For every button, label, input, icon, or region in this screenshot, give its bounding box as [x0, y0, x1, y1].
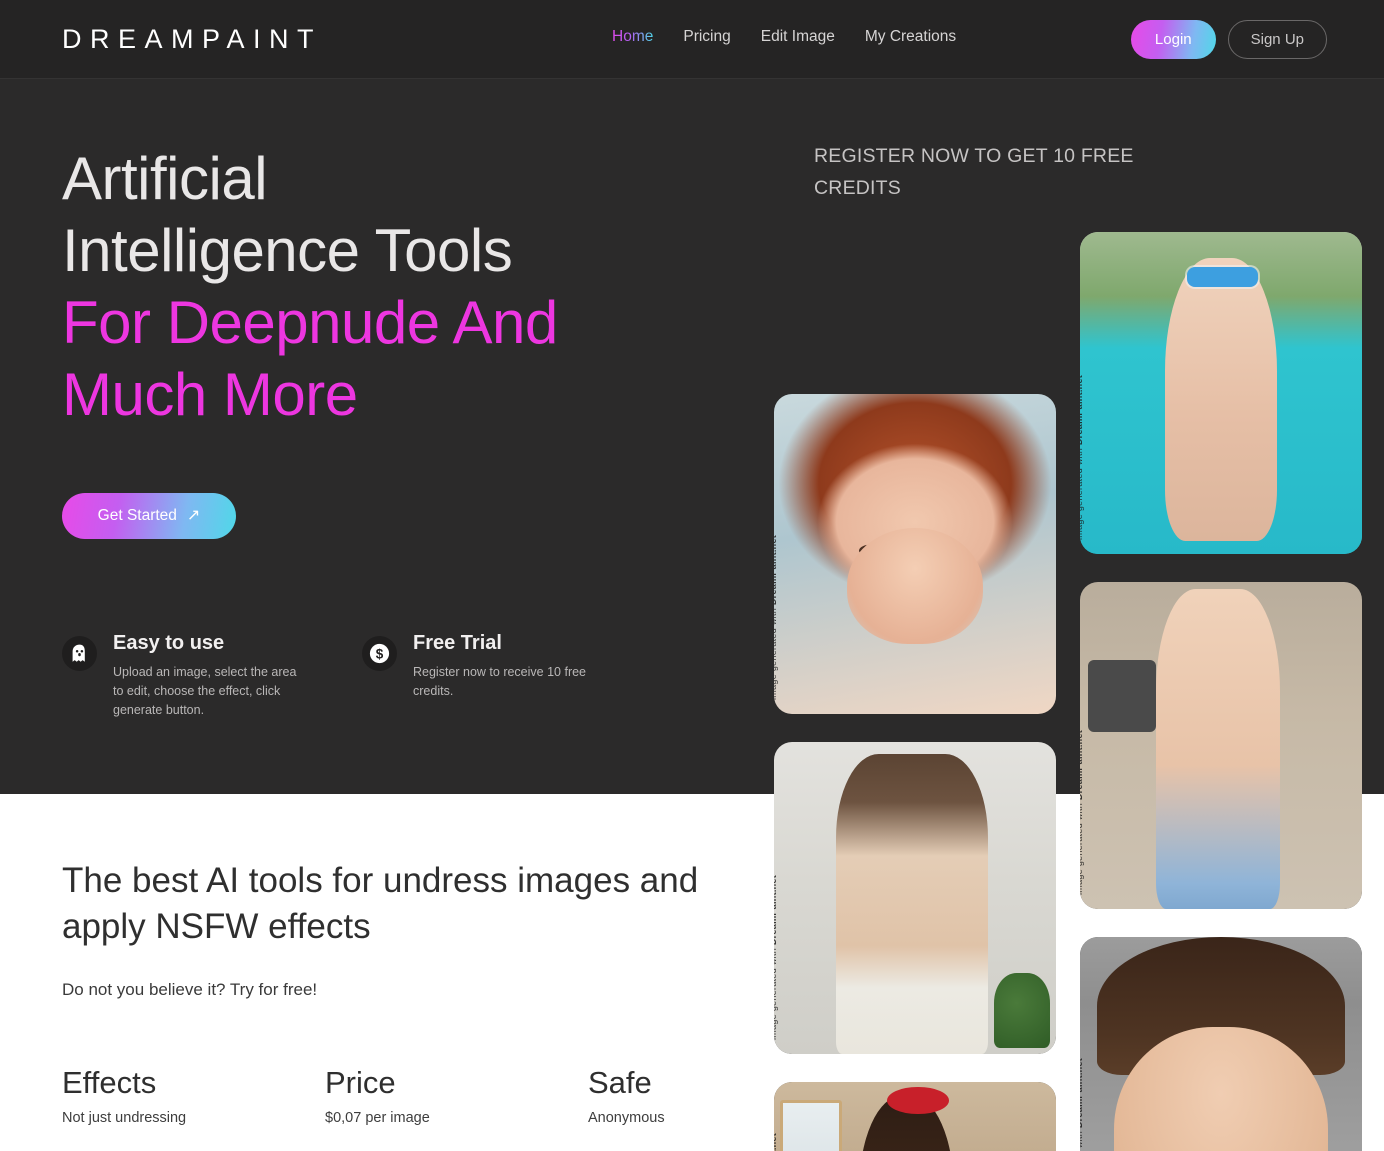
- stat-label: Price: [325, 1065, 396, 1100]
- gallery-image: [774, 394, 1056, 714]
- gallery-image: [1080, 232, 1362, 554]
- feature-title: Easy to use: [113, 632, 225, 654]
- gallery-column-right: image generated with DreamPaint.net imag…: [1080, 232, 1362, 1151]
- hero-content: Artificial Intelligence Tools For Deepnu…: [62, 143, 702, 539]
- gallery-item-office-woman[interactable]: image generated with DreamPaint.net: [774, 742, 1056, 1054]
- gallery-item-redhead-portrait[interactable]: image generated with DreamPaint.net: [774, 394, 1056, 714]
- gallery-image: [1080, 582, 1362, 909]
- feature-title: Free Trial: [413, 632, 502, 654]
- stats-row: Effects Not just undressing Price $0,07 …: [62, 1065, 851, 1127]
- stat-effects: Effects Not just undressing: [62, 1065, 325, 1127]
- promo-caption: REGISTER NOW TO GET 10 FREE CREDITS: [814, 145, 1134, 199]
- section-subtitle: Do not you believe it? Try for free!: [62, 980, 318, 999]
- gallery-image: [1080, 937, 1362, 1151]
- nav-item-home[interactable]: Home: [612, 28, 653, 46]
- login-button[interactable]: Login: [1130, 20, 1216, 59]
- feature-list: Easy to use Upload an image, select the …: [62, 632, 662, 720]
- gallery-column-left: image generated with DreamPaint.net imag…: [774, 394, 1056, 1151]
- gallery-image: [774, 1082, 1056, 1151]
- site-header: DREAMPAINT Home Pricing Edit Image My Cr…: [0, 0, 1384, 79]
- landing-page: DREAMPAINT Home Pricing Edit Image My Cr…: [0, 0, 1384, 1151]
- nav-item-edit-image[interactable]: Edit Image: [761, 28, 835, 46]
- dollar-coin-icon: $: [362, 636, 397, 671]
- nav-item-my-creations[interactable]: My Creations: [865, 28, 956, 46]
- feature-description: Upload an image, select the area to edit…: [113, 665, 297, 717]
- ghost-icon: [62, 636, 97, 671]
- feature-free-trial: $ Free Trial Register now to receive 10 …: [362, 632, 662, 720]
- get-started-button[interactable]: Get Started ↗: [62, 493, 236, 539]
- hero-title-line-3: For Deepnude And: [62, 289, 558, 356]
- feature-text: Easy to use Upload an image, select the …: [113, 632, 308, 720]
- stat-label: Effects: [62, 1065, 157, 1100]
- section-title: The best AI tools for undress images and…: [62, 861, 699, 946]
- svg-text:$: $: [376, 646, 384, 661]
- stat-price: Price $0,07 per image: [325, 1065, 588, 1127]
- hero-title-line-4: Much More: [62, 361, 358, 428]
- gallery-image: [774, 742, 1056, 1054]
- brand-logo[interactable]: DREAMPAINT: [62, 24, 322, 55]
- nav-item-pricing[interactable]: Pricing: [683, 28, 730, 46]
- signup-button[interactable]: Sign Up: [1227, 20, 1327, 59]
- gallery-item-street-standing[interactable]: image generated with DreamPaint.net: [1080, 582, 1362, 909]
- arrow-up-right-icon: ↗: [186, 507, 201, 524]
- hero-title-line-2: Intelligence Tools: [62, 217, 513, 284]
- gallery-item-pool-selfie[interactable]: image generated with DreamPaint.net: [1080, 232, 1362, 554]
- feature-text: Free Trial Register now to receive 10 fr…: [413, 632, 608, 720]
- main-nav: Home Pricing Edit Image My Creations: [612, 28, 956, 46]
- gallery-item-brunette-closeup[interactable]: image generated with DreamPaint.net: [1080, 937, 1362, 1151]
- feature-easy-to-use: Easy to use Upload an image, select the …: [62, 632, 362, 720]
- hero-title-line-1: Artificial: [62, 145, 268, 212]
- auth-buttons: Login Sign Up: [1130, 20, 1327, 59]
- gallery-item-mirror-selfie[interactable]: image generated with DreamPaint.net: [774, 1082, 1056, 1151]
- feature-description: Register now to receive 10 free credits.: [413, 665, 587, 698]
- get-started-label: Get Started: [97, 507, 177, 524]
- stat-value: $0,07 per image: [325, 1110, 430, 1127]
- page-title: Artificial Intelligence Tools For Deepnu…: [62, 143, 702, 431]
- stat-value: Not just undressing: [62, 1110, 187, 1127]
- image-gallery: image generated with DreamPaint.net imag…: [774, 232, 1364, 1151]
